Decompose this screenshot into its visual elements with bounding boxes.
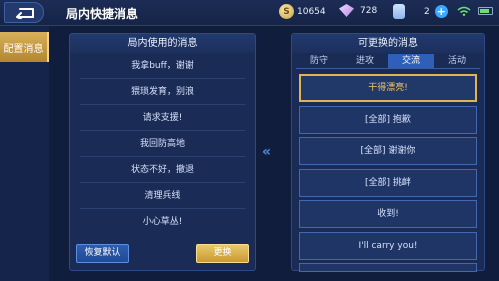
diamond-icon xyxy=(339,4,354,17)
in-game-messages-panel: 局内使用的消息 我拿buff，谢谢 猥琐发育，别浪 请求支援! 我回防高地 状态… xyxy=(69,33,256,271)
wifi-icon xyxy=(457,6,471,16)
sidebar xyxy=(0,26,49,281)
message-slot[interactable]: 小心草丛! xyxy=(80,209,245,235)
message-option[interactable]: 收到! xyxy=(299,200,477,228)
message-slot[interactable]: 猥琐发育，别浪 xyxy=(80,79,245,105)
tab-attack[interactable]: 进攻 xyxy=(342,54,388,68)
diamond-currency[interactable]: 728 xyxy=(339,4,377,17)
message-slot[interactable]: 请求支援! xyxy=(80,105,245,131)
message-slot[interactable]: 状态不好，撤退 xyxy=(80,157,245,183)
ticket-amount: 2 xyxy=(424,6,430,17)
page-title: 局内快捷消息 xyxy=(66,7,139,21)
ticket-icon xyxy=(393,4,405,19)
add-currency-button[interactable]: + xyxy=(434,5,448,18)
ticket-currency[interactable]: 2 + xyxy=(393,4,448,19)
back-button[interactable] xyxy=(4,2,44,23)
top-bar: 局内快捷消息 S 10654 728 2 + xyxy=(0,0,499,26)
right-panel-title: 可更换的消息 xyxy=(292,34,484,53)
message-slot[interactable]: 清理兵线 xyxy=(80,183,245,209)
sidebar-item-label: 配置消息 xyxy=(3,43,44,55)
gold-amount: 10654 xyxy=(297,6,326,17)
message-option[interactable]: I'll carry you! xyxy=(299,231,477,260)
tab-defense[interactable]: 防守 xyxy=(296,54,342,68)
in-game-message-list: 我拿buff，谢谢 猥琐发育，别浪 请求支援! 我回防高地 状态不好，撤退 清理… xyxy=(70,53,255,235)
left-panel-title: 局内使用的消息 xyxy=(70,34,255,53)
message-option-partial[interactable] xyxy=(299,263,477,272)
diamond-amount: 728 xyxy=(360,5,378,16)
tab-event[interactable]: 活动 xyxy=(434,54,480,68)
back-arrow-icon xyxy=(16,7,34,19)
tab-communication[interactable]: 交流 xyxy=(388,54,434,68)
category-tabs: 防守 进攻 交流 活动 xyxy=(296,54,480,69)
message-option[interactable]: [全部] 谢谢你 xyxy=(299,137,477,165)
replaceable-messages-panel: 可更换的消息 防守 进攻 交流 活动 干得漂亮! [全部] 抱歉 [全部] 谢谢… xyxy=(291,33,485,272)
message-option[interactable]: [全部] 抱歉 xyxy=(299,105,477,134)
message-slot[interactable]: 我回防高地 xyxy=(80,131,245,157)
battery-icon xyxy=(478,7,493,15)
sidebar-item-config-messages[interactable]: 配置消息 xyxy=(0,32,49,62)
message-option-selected[interactable]: 干得漂亮! xyxy=(299,74,477,102)
gold-coin-icon: S xyxy=(279,4,294,19)
double-chevron-left-icon: « xyxy=(262,144,272,160)
gold-currency[interactable]: S 10654 xyxy=(279,4,326,19)
message-option[interactable]: [全部] 挑衅 xyxy=(299,168,477,197)
message-slot[interactable]: 我拿buff，谢谢 xyxy=(80,53,245,79)
reset-default-button[interactable]: 恢复默认 xyxy=(76,244,129,263)
replaceable-message-list: 干得漂亮! [全部] 抱歉 [全部] 谢谢你 [全部] 挑衅 收到! I'll … xyxy=(292,69,484,272)
replace-button[interactable]: 更换 xyxy=(196,244,249,263)
